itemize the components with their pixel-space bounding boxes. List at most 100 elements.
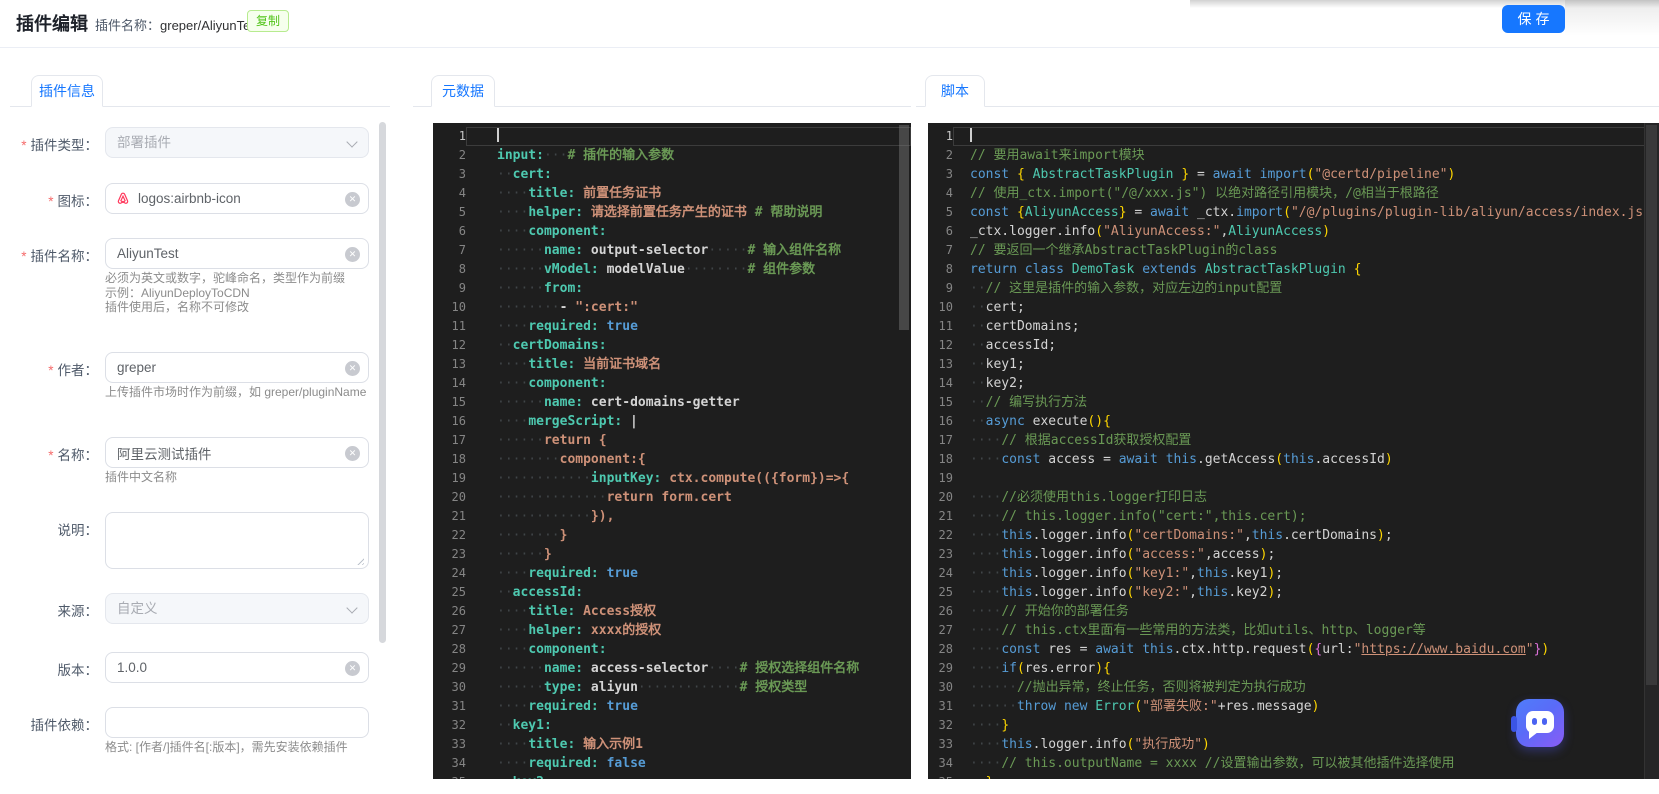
code-line: 17 ······return { bbox=[451, 433, 607, 448]
clear-icon[interactable]: ✕ bbox=[345, 361, 360, 376]
code-line: 33 ····title: 输入示例1 bbox=[451, 737, 643, 752]
version-input[interactable] bbox=[106, 653, 368, 682]
save-button[interactable]: 保存 bbox=[1502, 5, 1565, 33]
code-line: 15 ··// 编写执行方法 bbox=[938, 395, 1088, 410]
author-helper: 上传插件市场时作为前缀，如 greper/pluginName bbox=[105, 385, 367, 399]
code-line: 7 ······name: output-selector·····# 输入组件名… bbox=[458, 243, 842, 258]
version-label: 版本： bbox=[57, 663, 99, 678]
code-line: 8 ······vModel: modelValue········# 组件参数 bbox=[458, 262, 816, 277]
code-line: 21 ············}), bbox=[451, 509, 615, 524]
code-line: 26 ····// 开始你的部署任务 bbox=[938, 604, 1129, 619]
icon-label: 图标： bbox=[0, 190, 99, 210]
header-corner-shadow bbox=[1565, 0, 1659, 36]
clear-icon[interactable]: ✕ bbox=[345, 661, 360, 676]
cn-name-input[interactable] bbox=[106, 438, 368, 467]
code-line: 35··key2: bbox=[433, 773, 911, 779]
plugin-name-value: greper/AliyunTest bbox=[160, 18, 261, 33]
form-scrollbar[interactable] bbox=[379, 122, 386, 643]
robot-eye bbox=[1542, 718, 1547, 725]
code-line: 25 ····this.logger.info("key2:",this.key2… bbox=[938, 585, 1284, 600]
airbnb-icon bbox=[115, 191, 131, 207]
code-line: 28 ····const res = await this.ctx.http.re… bbox=[938, 642, 1550, 657]
code-line: 30 ······//抛出异常，终止任务，否则将被判定为执行成功 bbox=[938, 680, 1306, 695]
code-line: 35··} bbox=[928, 773, 1659, 779]
code-line: 9 ··// 这里是插件的输入参数，对应左边的input配置 bbox=[945, 281, 1283, 296]
code-line: 29 ····if(res.error){ bbox=[938, 661, 1111, 676]
clear-icon[interactable]: ✕ bbox=[345, 247, 360, 262]
chat-assistant-button[interactable] bbox=[1511, 699, 1564, 747]
chat-robot-icon bbox=[1526, 711, 1554, 733]
code-line: 34 ····// this.outputName = xxxx //设置输出参数… bbox=[938, 756, 1455, 771]
code-line: 20 ····//必须使用this.logger打印日志 bbox=[938, 490, 1208, 505]
code-line: 16 ··async execute(){ bbox=[938, 414, 1111, 429]
code-line: 12 ··accessId; bbox=[938, 338, 1057, 353]
clear-icon[interactable]: ✕ bbox=[345, 446, 360, 461]
page-title: 插件编辑 bbox=[16, 14, 88, 34]
code-line: 3 ··cert: bbox=[458, 167, 552, 182]
plugin-name-input[interactable] bbox=[106, 239, 368, 268]
code-line: 19 bbox=[938, 471, 953, 485]
version-input-wrap: ✕ bbox=[105, 652, 369, 683]
metadata-code: 1 2 input:···# 插件的输入参数 3 ··cert: 4 ····title: … bbox=[433, 127, 911, 779]
code-line: 19 ············inputKey: ctx.compute(({fo… bbox=[451, 471, 850, 486]
clear-icon[interactable]: ✕ bbox=[345, 192, 360, 207]
author-input-wrap: ✕ bbox=[105, 352, 369, 383]
code-line: 26 ····title: Access授权 bbox=[451, 604, 657, 619]
code-line: 20 ··············return form.cert bbox=[451, 490, 732, 505]
code-line: 10 ··cert; bbox=[938, 300, 1025, 315]
tab-script[interactable]: 脚本 bbox=[925, 75, 985, 107]
description-textarea[interactable] bbox=[105, 512, 369, 569]
code-line: 10 ········- ":cert:" bbox=[451, 300, 638, 315]
header-divider bbox=[0, 47, 1659, 48]
dependency-input[interactable] bbox=[106, 708, 368, 737]
code-line: 27 ····helper: xxxx的授权 bbox=[451, 623, 662, 638]
code-line: 15 ······name: cert-domains-getter bbox=[451, 395, 740, 410]
code-line: 14 ····component: bbox=[451, 376, 607, 391]
source-select[interactable]: 自定义 bbox=[105, 593, 369, 624]
script-code-editor[interactable]: 1 2// 要用await来import模块 3 const { AbstractTa… bbox=[928, 123, 1659, 779]
code-line: 4// 使用_ctx.import("/@/xxx.js") 以绝对路径引用模块… bbox=[945, 186, 1439, 201]
code-line: 27 ····// this.ctx里面有一些常用的方法类，比如utils、htt… bbox=[938, 623, 1426, 638]
code-line: 2 input:···# 插件的输入参数 bbox=[458, 148, 675, 163]
cn-name-label: 名称： bbox=[0, 444, 99, 464]
plugin-name-helper: 必须为英文或数字，驼峰命名，类型作为前缀 示例：AliyunDeployToCD… bbox=[105, 271, 346, 314]
code-line: 12 ··certDomains: bbox=[451, 338, 607, 353]
code-line: 6 ····component: bbox=[458, 224, 607, 239]
code-line: 22 ····this.logger.info("certDomains:",th… bbox=[938, 528, 1393, 543]
code-line: 8 return class DemoTask extends AbstractT… bbox=[945, 262, 1362, 277]
metadata-editor-scrollbar[interactable] bbox=[899, 125, 909, 330]
chevron-down-icon bbox=[348, 138, 356, 146]
code-line: 6 _ctx.logger.info("AliyunAccess:",Aliyun… bbox=[945, 224, 1331, 239]
script-code: 1 2// 要用await来import模块 3 const { AbstractTa… bbox=[928, 127, 1659, 779]
script-editor-scrollbar[interactable] bbox=[1644, 123, 1659, 779]
code-line: 28 ····component: bbox=[451, 642, 607, 657]
chevron-down-icon bbox=[348, 604, 356, 612]
copy-button[interactable]: 复制 bbox=[247, 10, 290, 32]
code-line: 5 const {AliyunAccess} = await _ctx.impor… bbox=[945, 205, 1659, 220]
script-editor-scroll-thumb[interactable] bbox=[1646, 125, 1657, 685]
code-line: 23 ····this.logger.info("access:",access)… bbox=[938, 547, 1276, 562]
code-line: 14 ··key2; bbox=[938, 376, 1025, 391]
code-line: 5 ····helper: 请选择前置任务产生的证书 # 帮助说明 bbox=[458, 205, 823, 220]
code-line: 30 ······type: aliyun·············# 授权类型 bbox=[451, 680, 808, 695]
author-input[interactable] bbox=[106, 353, 368, 382]
code-line: 7// 要返回一个继承AbstractTaskPlugin的class bbox=[945, 243, 1278, 258]
tab-plugin-info[interactable]: 插件信息 bbox=[31, 75, 103, 107]
code-line: 11 ····required: true bbox=[451, 319, 638, 334]
icon-input[interactable] bbox=[106, 184, 368, 213]
code-line: 4 ····title: 前置任务证书 bbox=[458, 186, 662, 201]
plugin-type-select[interactable]: 部署插件 bbox=[105, 127, 369, 158]
metadata-code-editor[interactable]: 1 2 input:···# 插件的输入参数 3 ··cert: 4 ····title: … bbox=[433, 123, 911, 779]
code-line: 1 bbox=[433, 127, 911, 146]
code-line: 34 ····required: false bbox=[451, 756, 646, 771]
code-line: 11 ··certDomains; bbox=[938, 319, 1080, 334]
code-line: 18 ····const access = await this.getAcces… bbox=[938, 452, 1393, 467]
plugin-edit-page: 插件编辑 插件名称：greper/AliyunTest 复制 保存 插件信息 插… bbox=[0, 0, 1659, 794]
code-line: 17 ····// 根据accessId获取授权配置 bbox=[938, 433, 1192, 448]
robot-eye bbox=[1532, 718, 1537, 725]
code-line: 24 ····this.logger.info("key1:",this.key1… bbox=[938, 566, 1284, 581]
code-line: 29 ······name: access-selector····# 授权选择组… bbox=[451, 661, 860, 676]
code-line: 13 ····title: 当前证书域名 bbox=[451, 357, 662, 372]
dependency-input-wrap bbox=[105, 707, 369, 738]
tab-metadata[interactable]: 元数据 bbox=[431, 75, 495, 107]
